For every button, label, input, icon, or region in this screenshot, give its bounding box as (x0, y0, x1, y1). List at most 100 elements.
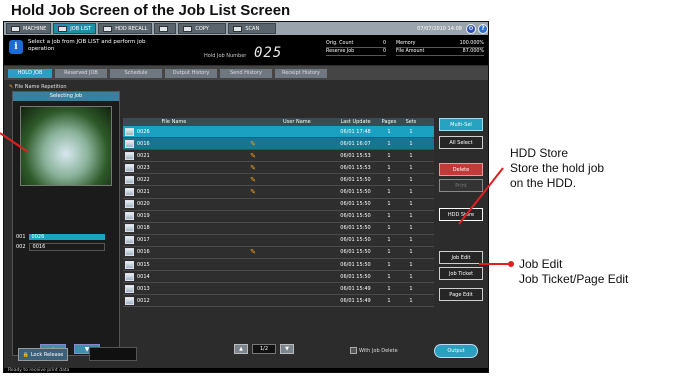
page-down-button[interactable]: ▼ (280, 344, 294, 354)
job-edit-button[interactable]: Job Edit (439, 251, 483, 264)
tab-unlabeled[interactable] (154, 23, 177, 34)
tab-hdd-recall[interactable]: HDD RECALL (98, 23, 153, 34)
tab-copy[interactable]: COPY (178, 23, 227, 34)
selecting-job-panel: Selecting Job 0010026 0020016 ▲ ▼ (12, 91, 120, 356)
subtab-reserved-job[interactable]: Reserved JOB (55, 68, 107, 78)
file-thumbnail-icon (125, 163, 134, 172)
tab-scan[interactable]: SCAN (228, 23, 277, 34)
info-message: Select a job from JOB LIST and perform j… (28, 39, 146, 52)
table-row[interactable]: 0021 ✎ 06/01 15:50 1 1 (123, 186, 434, 199)
sets-cell: 1 (409, 176, 413, 183)
with-job-delete-checkbox[interactable] (350, 347, 357, 354)
table-row[interactable]: 0019 06/01 15:50 1 1 (123, 210, 434, 223)
selected-job-name: 0016 (28, 243, 105, 251)
subtab-output-history[interactable]: Output History (165, 68, 217, 78)
table-row[interactable]: 0023 ✎ 06/01 15:53 1 1 (123, 162, 434, 175)
file-thumbnail-icon (125, 284, 134, 293)
tab-machine[interactable]: MACHINE (6, 23, 52, 34)
print-button[interactable]: Print (439, 179, 483, 192)
table-row[interactable]: 0014 06/01 15:50 1 1 (123, 271, 434, 284)
file-thumbnail-icon (125, 200, 134, 209)
sets-cell: 1 (409, 128, 413, 135)
pagination: ▲ 1/2 ▼ (234, 344, 294, 354)
last-update-cell: 06/01 15:50 (340, 237, 371, 244)
edit-marker-icon: ✎ (250, 151, 256, 160)
file-thumbnail-icon (125, 224, 134, 233)
output-button[interactable]: Output (434, 344, 478, 358)
tab-label: HDD RECALL (115, 25, 148, 32)
file-thumbnail-icon (125, 212, 134, 221)
sets-cell: 1 (409, 164, 413, 171)
column-sets[interactable]: Sets (400, 119, 422, 125)
table-row[interactable]: 0018 06/01 15:50 1 1 (123, 222, 434, 235)
file-name-cell: 0020 (123, 200, 223, 209)
table-row[interactable]: 0021 ✎ 06/01 15:53 1 1 (123, 150, 434, 163)
delete-button[interactable]: Delete (439, 163, 483, 176)
selected-job-number: 001 (16, 234, 26, 240)
hdd-store-annotation-desc: Store the hold job (510, 161, 605, 175)
edit-marker-icon: ✎ (250, 188, 256, 197)
hold-job-number-label: Hold Job Number (204, 53, 247, 59)
pages-cell: 1 (387, 225, 391, 232)
table-row[interactable]: 0015 06/01 15:50 1 1 (123, 259, 434, 272)
sets-cell: 1 (409, 140, 413, 147)
table-row[interactable]: 0017 06/01 15:50 1 1 (123, 234, 434, 247)
pages-cell: 1 (387, 285, 391, 292)
file-thumbnail-icon (125, 236, 134, 245)
help-icon[interactable]: ? (478, 23, 488, 34)
tab-job-list[interactable]: JOB LIST (53, 23, 97, 34)
tab-label: JOB LIST (70, 25, 92, 32)
table-row[interactable]: 0016 ✎ 06/01 15:50 1 1 (123, 246, 434, 260)
table-row[interactable]: 0016 ✎ 06/01 16:07 1 1 (123, 138, 434, 151)
with-job-delete[interactable]: With Job Delete (350, 347, 398, 354)
edit-marker-icon: ✎ (250, 248, 256, 257)
job-edit-annotation-title: Job Edit (519, 257, 563, 271)
file-name-text: 0016 (137, 249, 150, 256)
subtab-send-history[interactable]: Send History (220, 68, 272, 78)
column-user-name[interactable]: User Name (283, 119, 333, 125)
file-name-text: 0013 (137, 285, 150, 292)
hdd-store-button[interactable]: HDD Store (439, 208, 483, 221)
multi-select-button[interactable]: Multi-Sel (439, 118, 483, 131)
stat-value: 100.000% (459, 41, 484, 46)
pages-cell: 1 (387, 164, 391, 171)
subtab-schedule[interactable]: Schedule (110, 68, 162, 78)
selected-job-row[interactable]: 001 0026 (13, 232, 119, 242)
column-last-update[interactable]: Last Update (333, 119, 378, 125)
page-up-button[interactable]: ▲ (234, 344, 248, 354)
file-name-cell: 0012 (123, 296, 223, 305)
settings-icon[interactable]: ⚙ (466, 23, 476, 34)
pages-cell: 1 (387, 297, 391, 304)
table-row[interactable]: 0020 06/01 15:50 1 1 (123, 198, 434, 211)
scan-icon (233, 25, 243, 32)
job-edit-pointer-dot (508, 261, 514, 267)
file-name-text: 0020 (137, 201, 150, 208)
page-number: 1/2 (252, 344, 276, 354)
table-row[interactable]: 0026 06/01 17:48 1 1 (123, 126, 434, 139)
job-ticket-button[interactable]: Job Ticket (439, 267, 483, 280)
stat-label: File Amount (396, 49, 425, 54)
subtab-receipt-history[interactable]: Receipt History (275, 68, 327, 78)
stat-label: Reserve Job (326, 49, 355, 54)
hdd-store-annotation-title: HDD Store (510, 146, 569, 160)
lock-release-button[interactable]: 🔒 Lock Release (18, 348, 68, 361)
subtab-hold-job[interactable]: HOLD JOB (8, 68, 52, 78)
file-name-text: 0019 (137, 213, 150, 220)
column-file-name[interactable]: File Name (123, 119, 223, 125)
table-row[interactable]: 0012 06/01 15:49 1 1 (123, 295, 434, 308)
copy-icon (183, 25, 193, 32)
file-name-text: 0023 (137, 164, 150, 171)
table-row[interactable]: 0013 06/01 15:49 1 1 (123, 283, 434, 296)
selected-job-row[interactable]: 002 0016 (13, 242, 119, 252)
last-update-cell: 06/01 15:50 (340, 273, 371, 280)
file-name-cell: 0026 (123, 127, 223, 136)
job-preview-thumbnail (20, 106, 112, 186)
selected-job-list: 001 0026 002 0016 (13, 232, 119, 252)
machine-icon (11, 25, 20, 32)
file-name-text: 0018 (137, 225, 150, 232)
all-select-button[interactable]: All Select (439, 136, 483, 149)
table-row[interactable]: 0022 ✎ 06/01 15:50 1 1 (123, 174, 434, 187)
column-pages[interactable]: Pages (378, 119, 400, 125)
page-edit-button[interactable]: Page Edit (439, 288, 483, 301)
hold-job-table: File Name User Name Last Update Pages Se… (123, 118, 434, 308)
